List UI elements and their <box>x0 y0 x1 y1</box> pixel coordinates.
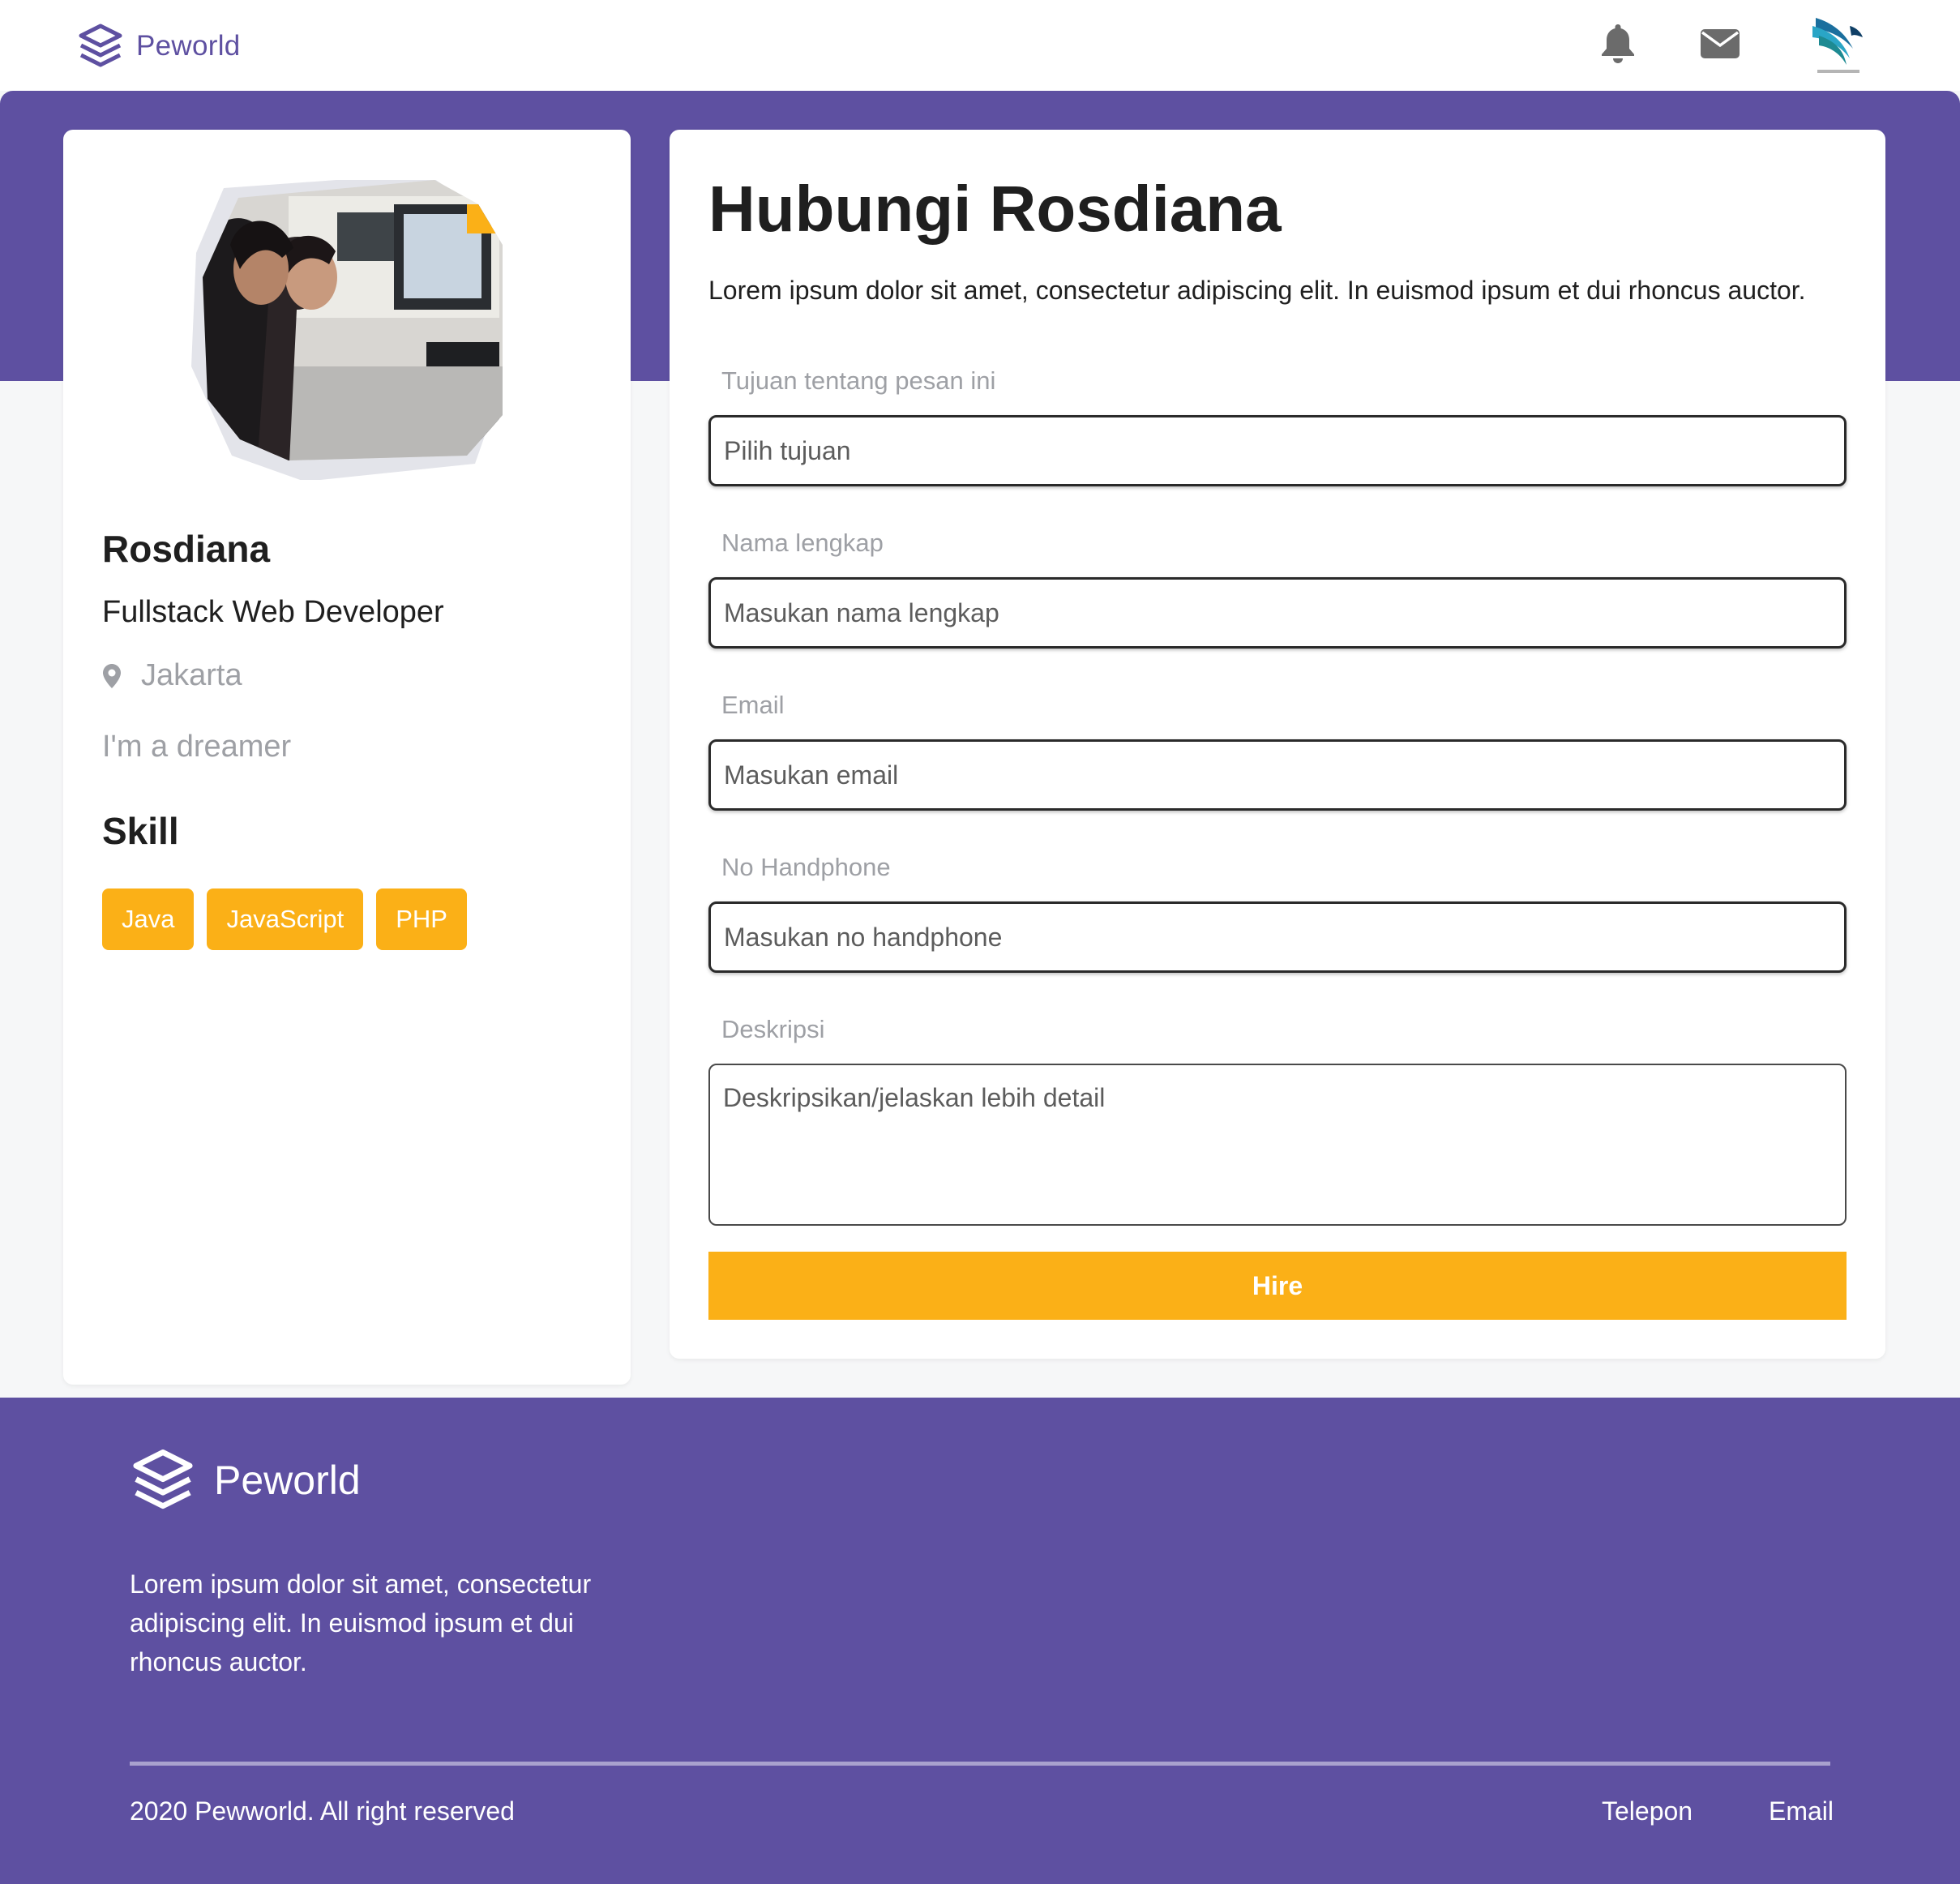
brand-logo-link[interactable]: Peworld <box>78 23 241 70</box>
profile-photo <box>191 173 509 482</box>
skill-badge: JavaScript <box>207 888 364 950</box>
footer-link-telepon[interactable]: Telepon <box>1602 1796 1693 1826</box>
profile-photo-image <box>191 173 509 482</box>
notification-button[interactable] <box>1594 19 1642 68</box>
profile-name: Rosdiana <box>102 528 271 570</box>
fullname-input[interactable] <box>708 577 1847 649</box>
footer-brand[interactable]: Peworld <box>130 1448 361 1513</box>
footer-copyright: 2020 Pewworld. All right reserved <box>130 1796 515 1826</box>
description-label: Deskripsi <box>721 1015 825 1043</box>
map-pin-icon <box>103 663 121 688</box>
profile-job-title: Fullstack Web Developer <box>102 595 444 629</box>
contact-form-card: Hubungi Rosdiana Lorem ipsum dolor sit a… <box>670 130 1885 1359</box>
skill-title: Skill <box>102 810 179 852</box>
email-label: Email <box>721 691 785 719</box>
profile-location-text: Jakarta <box>141 658 242 692</box>
company-logo-avatar[interactable] <box>1809 11 1866 78</box>
profile-bio: I'm a dreamer <box>102 730 292 764</box>
top-navbar: Peworld <box>0 0 1960 91</box>
peworld-logo-icon <box>133 1449 193 1509</box>
footer-link-email[interactable]: Email <box>1769 1796 1834 1826</box>
skill-list: Java JavaScript PHP <box>102 888 467 950</box>
fullname-label: Nama lengkap <box>721 529 884 557</box>
peworld-logo-icon <box>79 24 122 67</box>
description-textarea[interactable] <box>708 1064 1847 1226</box>
bell-icon <box>1602 24 1634 63</box>
phone-input[interactable] <box>708 901 1847 973</box>
purpose-label: Tujuan tentang pesan ini <box>721 366 996 395</box>
brand-name: Peworld <box>136 30 241 62</box>
garuda-logo-icon <box>1812 18 1863 73</box>
footer-description: Lorem ipsum dolor sit amet, consectetur … <box>130 1569 592 1676</box>
skill-badge: PHP <box>376 888 467 950</box>
footer: Peworld Lorem ipsum dolor sit amet, cons… <box>0 1398 1960 1884</box>
contact-description: Lorem ipsum dolor sit amet, consectetur … <box>708 276 1806 305</box>
hire-button[interactable]: Hire <box>708 1252 1847 1320</box>
mail-icon <box>1701 29 1740 58</box>
purpose-select[interactable] <box>708 415 1847 486</box>
contact-title: Hubungi Rosdiana <box>708 173 1282 245</box>
profile-card: Rosdiana Fullstack Web Developer Jakarta… <box>63 130 631 1385</box>
email-input[interactable] <box>708 739 1847 811</box>
phone-label: No Handphone <box>721 853 891 881</box>
skill-badge: Java <box>102 888 195 950</box>
profile-location: Jakarta <box>102 658 242 693</box>
messages-button[interactable] <box>1696 19 1744 68</box>
footer-brand-name: Peworld <box>214 1458 361 1503</box>
footer-divider <box>130 1762 1830 1766</box>
